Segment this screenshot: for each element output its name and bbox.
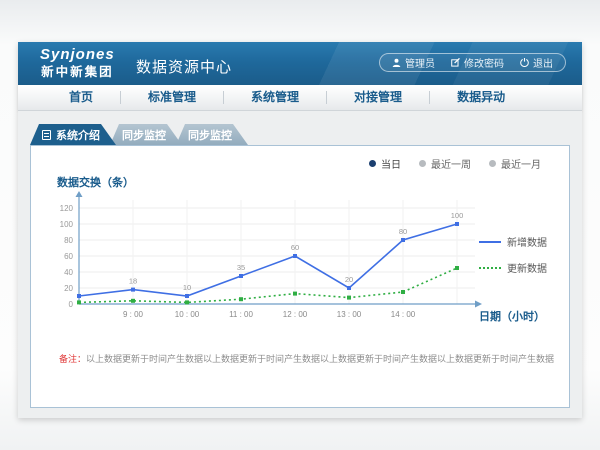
company-logo[interactable]: Synjones 新中新集团 (40, 47, 115, 79)
svg-text:100: 100 (60, 220, 74, 229)
logo-chinese: 新中新集团 (40, 66, 115, 80)
footnote: 备注：以上数据更新于时间产生数据以上数据更新于时间产生数据以上数据更新于时间产生… (59, 352, 555, 365)
user-toolbar: 管理员 修改密码 退出 (379, 53, 566, 72)
chart-panel: 当日 最近一周 最近一月 数据交换（条） 0 20 40 60 80 100 120 9 : … (30, 145, 570, 408)
tab-sync-monitor-2[interactable]: 同步监控 (176, 124, 248, 145)
range-option-today[interactable]: 当日 (369, 156, 401, 171)
change-password-button[interactable]: 修改密码 (451, 55, 504, 70)
svg-text:14 : 00: 14 : 00 (391, 310, 416, 319)
range-option-last-week[interactable]: 最近一周 (419, 156, 471, 171)
legend-label: 新增数据 (507, 234, 547, 249)
legend-item-new-data[interactable]: 新增数据 (479, 234, 561, 249)
range-label: 当日 (381, 156, 401, 171)
svg-text:120: 120 (60, 204, 74, 213)
footnote-label: 备注： (59, 354, 86, 364)
svg-text:12 : 00: 12 : 00 (283, 310, 308, 319)
nav-item-system-management[interactable]: 系统管理 (224, 91, 327, 104)
radio-selected-icon (369, 160, 376, 167)
logo-english: Synjones (40, 47, 115, 64)
legend-label: 更新数据 (507, 260, 547, 275)
svg-text:9 : 00: 9 : 00 (123, 310, 144, 319)
nav-item-standard-management[interactable]: 标准管理 (121, 91, 224, 104)
range-label: 最近一周 (431, 156, 471, 171)
power-icon (520, 58, 529, 67)
svg-text:10: 10 (183, 283, 191, 292)
svg-text:60: 60 (291, 243, 299, 252)
logout-label: 退出 (533, 55, 553, 70)
legend-item-update-data[interactable]: 更新数据 (479, 260, 561, 275)
current-user-label: 管理员 (405, 55, 435, 70)
svg-text:13 : 00: 13 : 00 (337, 310, 362, 319)
logout-button[interactable]: 退出 (520, 55, 553, 70)
nav-item-data-change[interactable]: 数据异动 (430, 91, 532, 104)
tab-strip: 系统介绍 同步监控 同步监控 (30, 124, 242, 145)
content-area: 系统介绍 同步监控 同步监控 当日 最近一周 (18, 111, 582, 418)
tab-label: 系统介绍 (56, 127, 100, 143)
line-chart-svg: 0 20 40 60 80 100 120 9 : 00 10 : 00 11 : 00 12 : … (45, 190, 495, 340)
app-window: Synjones 新中新集团 数据资源中心 管理员 修改密码 退出 (18, 42, 582, 418)
current-user-button[interactable]: 管理员 (392, 55, 435, 70)
tab-system-intro[interactable]: 系统介绍 (30, 124, 116, 145)
page-background: Synjones 新中新集团 数据资源中心 管理员 修改密码 退出 (0, 0, 600, 450)
tab-label: 同步监控 (122, 127, 166, 143)
dotted-line-swatch-icon (479, 267, 501, 269)
svg-text:100: 100 (451, 211, 464, 220)
page-title: 数据资源中心 (136, 56, 232, 77)
nav-item-integration-management[interactable]: 对接管理 (327, 91, 430, 104)
svg-text:80: 80 (399, 227, 407, 236)
svg-text:10 : 00: 10 : 00 (175, 310, 200, 319)
x-axis-title: 日期（小时） (479, 308, 545, 324)
tab-sync-monitor-1[interactable]: 同步监控 (110, 124, 182, 145)
line-chart: 0 20 40 60 80 100 120 9 : 00 10 : 00 11 : 00 12 : … (45, 190, 495, 340)
main-navigation: 首页 标准管理 系统管理 对接管理 数据异动 (18, 85, 582, 111)
svg-text:20: 20 (64, 284, 73, 293)
svg-text:18: 18 (129, 277, 137, 286)
svg-text:40: 40 (64, 268, 73, 277)
tab-label: 同步监控 (188, 127, 232, 143)
radio-unselected-icon (489, 160, 496, 167)
svg-text:35: 35 (237, 263, 245, 272)
time-range-selector: 当日 最近一周 最近一月 (369, 156, 541, 171)
radio-unselected-icon (419, 160, 426, 167)
change-password-label: 修改密码 (464, 55, 504, 70)
y-axis-title: 数据交换（条） (57, 174, 134, 190)
svg-text:80: 80 (64, 236, 73, 245)
nav-item-home[interactable]: 首页 (42, 91, 121, 104)
app-header: Synjones 新中新集团 数据资源中心 管理员 修改密码 退出 (18, 42, 582, 85)
series-legend: 新增数据 更新数据 (479, 234, 561, 286)
svg-text:20: 20 (345, 275, 353, 284)
svg-text:0: 0 (69, 300, 74, 309)
svg-text:11 : 00: 11 : 00 (229, 310, 253, 319)
footnote-text: 以上数据更新于时间产生数据以上数据更新于时间产生数据以上数据更新于时间产生数据以… (86, 354, 555, 364)
user-icon (392, 58, 401, 67)
range-option-last-month[interactable]: 最近一月 (489, 156, 541, 171)
document-icon (42, 130, 51, 140)
svg-text:60: 60 (64, 252, 73, 261)
solid-line-swatch-icon (479, 241, 501, 243)
edit-icon (451, 58, 460, 67)
range-label: 最近一月 (501, 156, 541, 171)
